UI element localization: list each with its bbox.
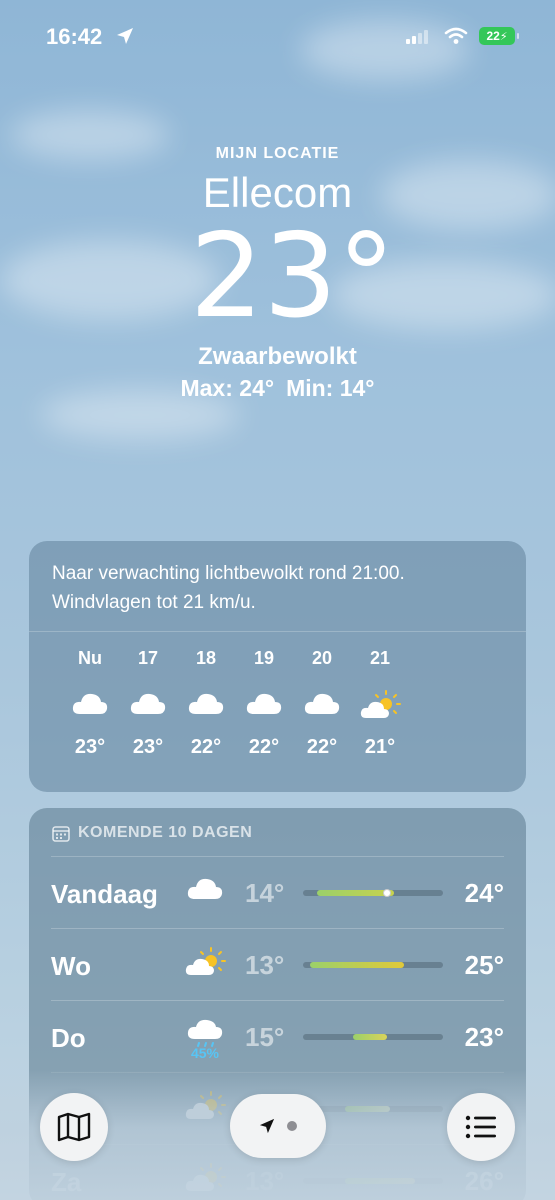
high-low-temps: Max: 24° Min: 14° [0,375,555,402]
day-max-temp: 23° [464,1022,504,1052]
max-temp: Max: 24° [180,375,275,401]
temperature-range-fill [353,1034,387,1040]
hour-label: 17 [137,648,159,668]
charging-bolt-icon: ⚡ [499,30,508,43]
hour-label: Nu [78,648,102,668]
hour-item: 21 21° [341,648,419,759]
location-list-button[interactable] [447,1093,515,1161]
map-button[interactable] [40,1093,108,1161]
day-min-temp: 15° [245,1022,285,1052]
day-max-temp: 25° [464,950,504,980]
cloud-icon [187,690,225,722]
min-temp: Min: 14° [286,375,375,401]
hour-temp: 22° [190,736,222,758]
page-dot[interactable] [287,1121,297,1131]
partly-sunny-icon [184,947,226,982]
battery-level: 22 [486,29,500,43]
day-row[interactable]: Do 45% 15° 23° [51,1000,504,1072]
list-icon [465,1115,496,1139]
hourly-forecast-card[interactable]: Naar verwachting lichtbewolkt rond 21:00… [29,541,526,792]
precipitation-chance: 45% [190,1045,220,1061]
map-icon [57,1112,91,1142]
hour-temp: 22° [248,736,280,758]
hour-temp: 22° [306,736,338,758]
current-location-arrow-icon [259,1118,275,1134]
day-min-temp: 14° [245,878,285,908]
battery-indicator: 22 ⚡ [479,27,519,45]
day-max-temp: 24° [464,878,504,908]
partly-sunny-icon [359,690,401,722]
day-row[interactable]: Vandaag 14° 24° [51,856,504,928]
day-name: Wo [51,951,91,981]
weather-condition: Zwaarbewolkt [198,343,357,370]
ten-day-title: KOMENDE 10 DAGEN [78,824,253,841]
hour-temp: 23° [132,736,164,758]
current-temperature: 23° [189,209,396,344]
temperature-range-bar [303,1034,443,1040]
current-temp-marker [383,889,391,897]
ten-day-header: KOMENDE 10 DAGEN [29,808,526,842]
hour-label: 20 [311,648,333,668]
cloud-icon [71,690,109,722]
current-weather-header: MIJN LOCATIE Ellecom 23° Zwaarbewolkt Ma… [0,145,555,402]
day-row[interactable]: Wo 13° 25° [51,928,504,1000]
cloud-icon [129,690,167,722]
hourly-summary: Naar verwachting lichtbewolkt rond 21:00… [29,541,526,632]
cloud-icon [245,690,283,722]
my-location-label: MIJN LOCATIE [215,145,340,162]
calendar-icon [52,825,70,842]
hour-temp: 21° [364,736,396,758]
hourly-list[interactable]: Nu 23° 17 23° 18 22° 19 22° 20 22° 21 21° [29,648,526,759]
temperature-range-bar [303,962,443,968]
hour-label: 18 [195,648,217,668]
status-bar: 16:42 22 ⚡ [0,0,555,70]
hour-label: 21 [369,648,391,668]
hour-temp: 23° [74,736,106,758]
status-time: 16:42 [46,24,103,49]
cloud-icon [184,875,226,906]
temperature-range-bar [303,889,443,897]
cloud-icon [303,690,341,722]
day-name: Vandaag [51,879,158,909]
wifi-icon [444,27,468,44]
location-pager[interactable] [230,1094,326,1158]
day-min-temp: 13° [245,950,285,980]
location-arrow-icon [117,28,133,44]
day-name: Do [51,1023,86,1053]
cellular-signal-icon [406,30,428,44]
hour-label: 19 [253,648,275,668]
temperature-range-fill [310,962,404,968]
